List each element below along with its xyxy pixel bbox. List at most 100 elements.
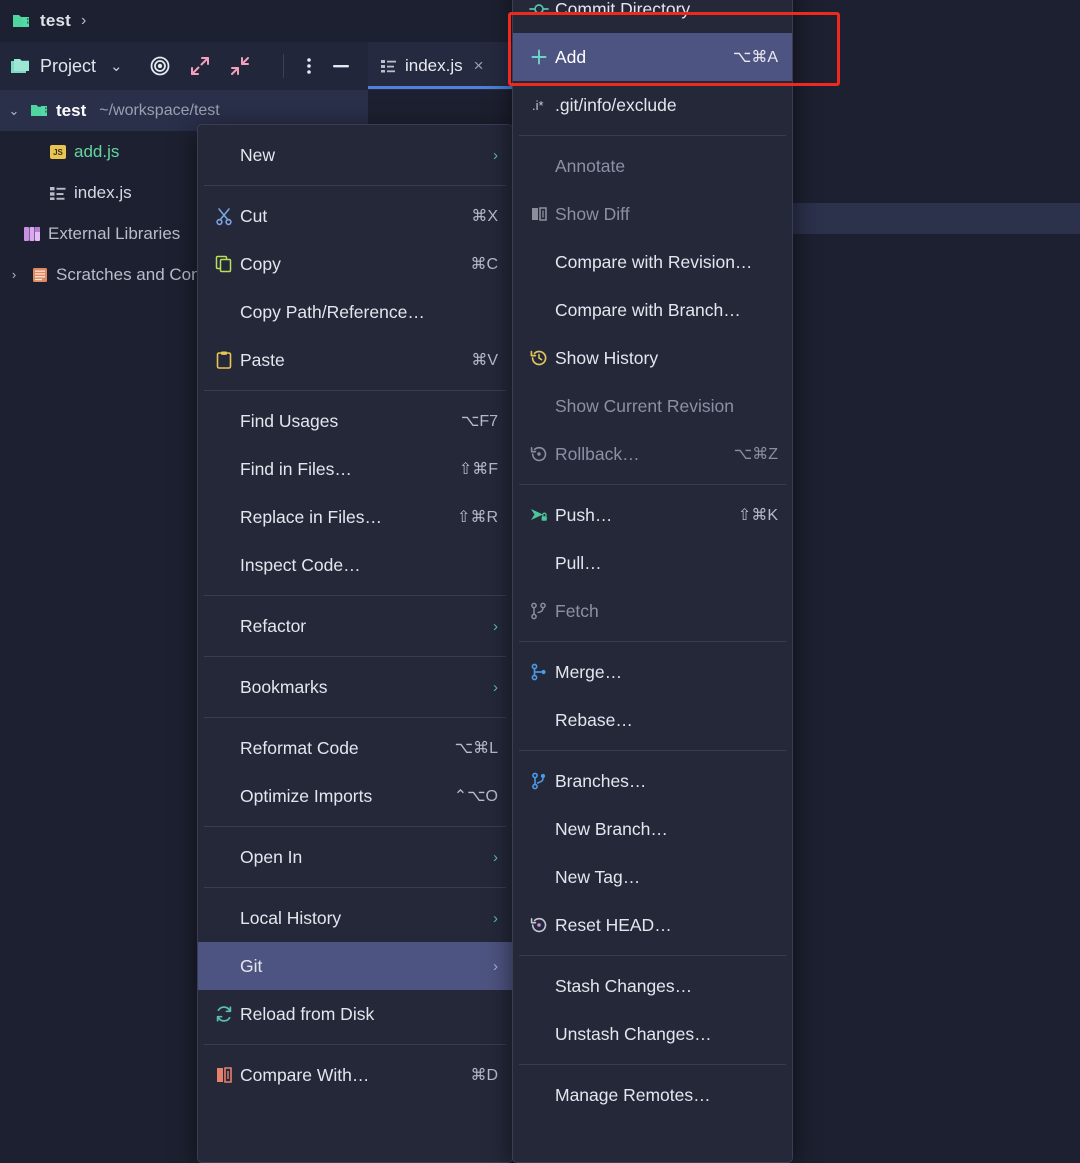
active-tab-indicator: [368, 86, 513, 89]
submenu-item-label: Rollback…: [555, 443, 640, 464]
submenu-item-branches[interactable]: Branches…: [513, 757, 792, 805]
menu-item-paste[interactable]: Paste ⌘V: [198, 336, 512, 384]
submenu-item-label: Pull…: [555, 552, 602, 573]
submenu-item-show-history[interactable]: Show History: [513, 334, 792, 382]
hide-icon[interactable]: [330, 55, 352, 77]
submenu-item-shortcut: ⌥⌘A: [732, 49, 778, 66]
copy-icon: [214, 254, 240, 274]
chevron-right-icon: ›: [493, 146, 498, 164]
compare-icon: [214, 1065, 240, 1085]
breadcrumb-project-label[interactable]: test: [40, 11, 71, 31]
menu-item-inspect-code[interactable]: Inspect Code…: [198, 541, 512, 589]
menu-item-label: Reformat Code: [240, 737, 359, 758]
submenu-item-manage-remotes[interactable]: Manage Remotes…: [513, 1071, 792, 1119]
submenu-item-label: Push…: [555, 504, 613, 525]
submenu-item-shortcut: ⇧⌘K: [737, 507, 778, 524]
submenu-item-rebase[interactable]: Rebase…: [513, 696, 792, 744]
reload-icon: [214, 1004, 240, 1024]
submenu-item-label: Commit Directory…: [555, 0, 708, 19]
submenu-item-compare-with-revision[interactable]: Compare with Revision…: [513, 238, 792, 286]
menu-item-optimize-imports[interactable]: Optimize Imports ⌃⌥O: [198, 772, 512, 820]
submenu-item-label: Annotate: [555, 155, 626, 176]
menu-item-find-in-files[interactable]: Find in Files… ⇧⌘F: [198, 445, 512, 493]
submenu-item-git-info-exclude[interactable]: .i* .git/info/exclude: [513, 81, 792, 129]
menu-item-label: Replace in Files…: [240, 506, 382, 527]
svg-text:.i*: .i*: [532, 98, 544, 113]
submenu-item-label: Compare with Revision…: [555, 251, 753, 272]
menu-item-label: Bookmarks: [240, 676, 328, 697]
tree-label: add.js: [74, 141, 120, 161]
menu-item-open-in[interactable]: Open In ›: [198, 833, 512, 881]
submenu-separator: [519, 1064, 786, 1065]
chevron-right-icon: ›: [493, 678, 498, 696]
collapse-all-icon[interactable]: [229, 55, 251, 77]
js-file-icon: [380, 58, 398, 74]
menu-item-local-history[interactable]: Local History ›: [198, 894, 512, 942]
submenu-item-push[interactable]: Push… ⇧⌘K: [513, 491, 792, 539]
menu-item-refactor[interactable]: Refactor ›: [198, 602, 512, 650]
menu-item-cut[interactable]: Cut ⌘X: [198, 192, 512, 240]
tree-label: index.js: [74, 182, 132, 202]
menu-item-shortcut: ⇧⌘R: [457, 509, 498, 526]
submenu-item-stash-changes[interactable]: Stash Changes…: [513, 962, 792, 1010]
menu-item-shortcut: ⌥⌘L: [454, 740, 498, 757]
editor-tab-index-js[interactable]: index.js ×: [368, 42, 513, 90]
rollback-icon: [529, 444, 555, 464]
menu-item-bookmarks[interactable]: Bookmarks ›: [198, 663, 512, 711]
menu-item-reformat-code[interactable]: Reformat Code ⌥⌘L: [198, 724, 512, 772]
menu-item-copy-path-reference[interactable]: Copy Path/Reference…: [198, 288, 512, 336]
menu-item-label: Refactor: [240, 615, 307, 636]
chevron-right-icon: ›: [493, 617, 498, 635]
submenu-item-label: Show Current Revision: [555, 395, 734, 416]
chevron-down-icon[interactable]: ⌄: [110, 57, 123, 75]
project-panel-title[interactable]: Project: [40, 56, 96, 77]
merge-icon: [529, 662, 555, 682]
submenu-item-pull[interactable]: Pull…: [513, 539, 792, 587]
submenu-item-new-branch[interactable]: New Branch…: [513, 805, 792, 853]
submenu-separator: [519, 135, 786, 136]
tree-path: ~/workspace/test: [99, 101, 220, 119]
menu-item-find-usages[interactable]: Find Usages ⌥F7: [198, 397, 512, 445]
menu-separator: [204, 717, 506, 718]
menu-separator: [204, 1044, 506, 1045]
menu-item-copy[interactable]: Copy ⌘C: [198, 240, 512, 288]
menu-item-label: New: [240, 144, 276, 165]
chevron-right-icon: ›: [493, 848, 498, 866]
submenu-item-new-tag[interactable]: New Tag…: [513, 853, 792, 901]
chevron-right-icon[interactable]: ›: [4, 267, 24, 282]
menu-item-git[interactable]: Git ›: [198, 942, 512, 990]
menu-item-label: Git: [240, 955, 263, 976]
submenu-item-label: Branches…: [555, 770, 647, 791]
chevron-right-icon: ›: [493, 957, 498, 975]
close-icon[interactable]: ×: [474, 56, 484, 76]
submenu-item-label: Show Diff: [555, 203, 630, 224]
js-badge-icon: JS: [48, 143, 68, 161]
submenu-item-commit-directory[interactable]: Commit Directory…: [513, 0, 792, 33]
ignore-icon: .i*: [529, 95, 555, 115]
submenu-item-add[interactable]: Add ⌥⌘A: [513, 33, 792, 81]
more-options-icon[interactable]: [306, 55, 312, 77]
menu-item-label: Find in Files…: [240, 458, 352, 479]
editor-tab-label: index.js: [405, 56, 463, 75]
fetch-icon: [529, 601, 555, 621]
context-menu[interactable]: New › Cut ⌘X Copy ⌘C Copy Path/Reference…: [197, 124, 513, 1163]
git-submenu[interactable]: Commit Directory… Add ⌥⌘A .i* .git/info/…: [512, 0, 793, 1163]
submenu-item-merge[interactable]: Merge…: [513, 648, 792, 696]
module-folder-icon: [30, 102, 50, 119]
submenu-item-unstash-changes[interactable]: Unstash Changes…: [513, 1010, 792, 1058]
menu-item-shortcut: ⌃⌥O: [453, 788, 498, 805]
submenu-item-compare-with-branch[interactable]: Compare with Branch…: [513, 286, 792, 334]
menu-item-new[interactable]: New ›: [198, 131, 512, 179]
chevron-down-icon[interactable]: ⌄: [4, 103, 24, 119]
menu-item-shortcut: ⌥F7: [460, 413, 498, 430]
screen: test › Project ⌄ index.js × ⌄ test ~/wor…: [0, 0, 1080, 1163]
menu-item-label: Copy: [240, 253, 281, 274]
select-opened-file-icon[interactable]: [149, 55, 171, 77]
menu-item-replace-in-files[interactable]: Replace in Files… ⇧⌘R: [198, 493, 512, 541]
submenu-item-label: Fetch: [555, 600, 599, 621]
menu-item-label: Copy Path/Reference…: [240, 301, 425, 322]
menu-item-compare-with[interactable]: Compare With… ⌘D: [198, 1051, 512, 1099]
menu-item-reload-from-disk[interactable]: Reload from Disk: [198, 990, 512, 1038]
submenu-item-reset-head[interactable]: Reset HEAD…: [513, 901, 792, 949]
expand-all-icon[interactable]: [189, 55, 211, 77]
